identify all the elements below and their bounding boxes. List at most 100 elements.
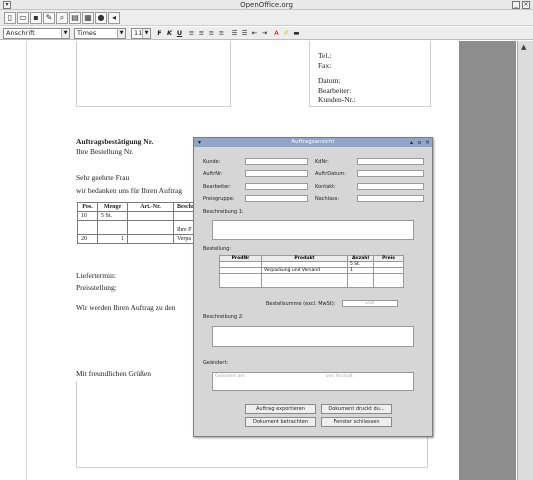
description2-textarea[interactable]: [212, 326, 414, 347]
bullet-list-icon[interactable]: ☰: [240, 29, 249, 38]
print-document-button[interactable]: Dokument druckt du...: [321, 404, 392, 414]
close-window-button[interactable]: Fenster schliessen: [321, 417, 392, 427]
description1-textarea[interactable]: [212, 220, 414, 240]
table-header: Pos.: [77, 202, 98, 212]
order-date-label: AuftrDatum:: [315, 171, 346, 177]
background-color-icon[interactable]: ▬: [292, 29, 301, 38]
order-cell: [373, 273, 404, 288]
italic-button[interactable]: K: [165, 29, 174, 38]
clerk-label: Bearbeiter:: [318, 85, 352, 95]
table-row: 10 5 St.: [77, 211, 199, 221]
description2-label: Beschreibung 2:: [203, 314, 244, 320]
dialog-title: Auftragsansicht: [291, 139, 335, 145]
delivery-date-label: Liefertermin:: [76, 271, 116, 280]
table-cell: 1: [97, 234, 128, 244]
maximize-icon[interactable]: ▫: [416, 139, 423, 146]
shade-icon[interactable]: ▴: [408, 139, 415, 146]
contact-field[interactable]: [357, 183, 424, 190]
date-label: Datum:: [318, 76, 341, 85]
increase-indent-icon[interactable]: ⇥: [260, 29, 269, 38]
underline-button[interactable]: U: [175, 29, 184, 38]
export-order-button[interactable]: Auftrag exportieren: [245, 404, 316, 414]
order-cell: [261, 273, 348, 288]
customer-field[interactable]: [245, 158, 308, 165]
highlight-icon[interactable]: ✐: [282, 29, 291, 38]
table-row: 20 1 Verpa: [77, 234, 199, 244]
table-cell: 20: [77, 234, 98, 244]
align-left-icon[interactable]: ≡: [187, 29, 196, 38]
font-name-value: Times: [77, 29, 97, 37]
open-icon[interactable]: ▭: [17, 12, 29, 24]
customer-label: Kunde:: [203, 159, 221, 165]
tel-label: Tel.:: [318, 51, 332, 60]
order-table[interactable]: ProdNr Produkt Anzahl Preis 5 St. Verpac…: [219, 255, 404, 288]
nav-icon[interactable]: ◂: [108, 12, 120, 24]
table-row: Ihre P: [77, 220, 199, 235]
table-cell: [97, 220, 128, 235]
formatting-toolbar: Anschrift ▼ Times ▼ 11 ▼ F K U ≡ ≡ ≡ ≡ ☰…: [0, 27, 533, 40]
scroll-up-icon[interactable]: ▲: [521, 43, 526, 51]
print-icon[interactable]: ▤: [69, 12, 81, 24]
table-cell: [127, 234, 174, 244]
position-table: Pos. Menge Art.-Nr. Beschr 10 5 St. Ihre…: [77, 202, 199, 244]
numbered-list-icon[interactable]: ☰: [230, 29, 239, 38]
table-header: Menge: [97, 202, 128, 212]
paragraph-style-select[interactable]: Anschrift ▼: [3, 28, 70, 39]
clerk-label: Bearbeiter:: [203, 184, 231, 190]
window-title: OpenOffice.org: [240, 1, 293, 9]
table-cell: [127, 220, 174, 235]
dialog-titlebar: ▾ Auftragsansicht ▴ ▫ ×: [194, 138, 432, 147]
closing-text: Mit freundlichen Grüßen: [76, 369, 151, 378]
address-field-box: [76, 41, 231, 107]
changed-at-placeholder: Geändert am: [215, 374, 245, 379]
order-sum-field[interactable]: EUR: [342, 300, 398, 307]
table-cell: [127, 211, 174, 221]
fax-label: Fax:: [318, 60, 332, 70]
changed-label: Geändert:: [203, 360, 229, 366]
table-cell: 5 St.: [97, 211, 128, 221]
bold-button[interactable]: F: [155, 29, 164, 38]
record-icon[interactable]: ●: [95, 12, 107, 24]
vertical-scrollbar[interactable]: ▲: [517, 41, 533, 480]
order-cell: [219, 273, 262, 288]
font-size-select[interactable]: 11 ▼: [131, 28, 151, 39]
document-heading: Auftragsbestätigung Nr.: [76, 137, 154, 146]
table-row[interactable]: [219, 273, 404, 288]
save-icon[interactable]: ▪: [30, 12, 42, 24]
minimize-icon[interactable]: _: [512, 1, 520, 9]
close-icon[interactable]: ×: [424, 139, 431, 146]
window-menu-icon[interactable]: ▾: [3, 1, 11, 9]
customer-no-label: KdNr:: [315, 159, 329, 165]
header-info-block: Tel.: Fax: Datum: Bearbeiter: Kunden-Nr.…: [318, 51, 356, 105]
price-group-field[interactable]: [245, 195, 308, 202]
chevron-down-icon: ▼: [61, 29, 69, 38]
align-center-icon[interactable]: ≡: [197, 29, 206, 38]
view-document-button[interactable]: Dokument betrachten: [245, 417, 316, 427]
clerk-field[interactable]: [245, 183, 308, 190]
font-color-icon[interactable]: A: [272, 29, 281, 38]
align-right-icon[interactable]: ≡: [207, 29, 216, 38]
table-icon[interactable]: ▦: [82, 12, 94, 24]
order-cell: [347, 273, 374, 288]
discount-field[interactable]: [357, 195, 424, 202]
order-date-field[interactable]: [357, 170, 424, 177]
left-page-margin: [0, 41, 27, 480]
justify-icon[interactable]: ≡: [217, 29, 226, 38]
font-name-select[interactable]: Times ▼: [74, 28, 126, 39]
customer-no-field[interactable]: [357, 158, 424, 165]
window-titlebar: OpenOffice.org ▾ _ ×: [0, 0, 533, 10]
new-doc-icon[interactable]: ▯: [4, 12, 16, 24]
processing-text: Wir werden Ihren Auftrag zu den: [76, 303, 176, 312]
order-no-field[interactable]: [245, 170, 308, 177]
order-view-dialog: ▾ Auftragsansicht ▴ ▫ × Kunde: KdNr: Auf…: [193, 137, 433, 437]
zoom-icon[interactable]: ⌕: [56, 12, 68, 24]
standard-toolbar: ▯ ▭ ▪ ✎ ⌕ ▤ ▦ ● ◂: [0, 10, 533, 26]
chevron-down-icon: ▼: [117, 29, 125, 38]
edit-icon[interactable]: ✎: [43, 12, 55, 24]
right-gray-area: [459, 41, 516, 480]
salutation: Sehr geehrte Frau: [76, 173, 130, 182]
close-icon[interactable]: ×: [522, 1, 530, 9]
decrease-indent-icon[interactable]: ⇤: [250, 29, 259, 38]
table-cell: [77, 220, 98, 235]
changed-field[interactable]: Geändert am von Anchalt: [212, 372, 414, 391]
